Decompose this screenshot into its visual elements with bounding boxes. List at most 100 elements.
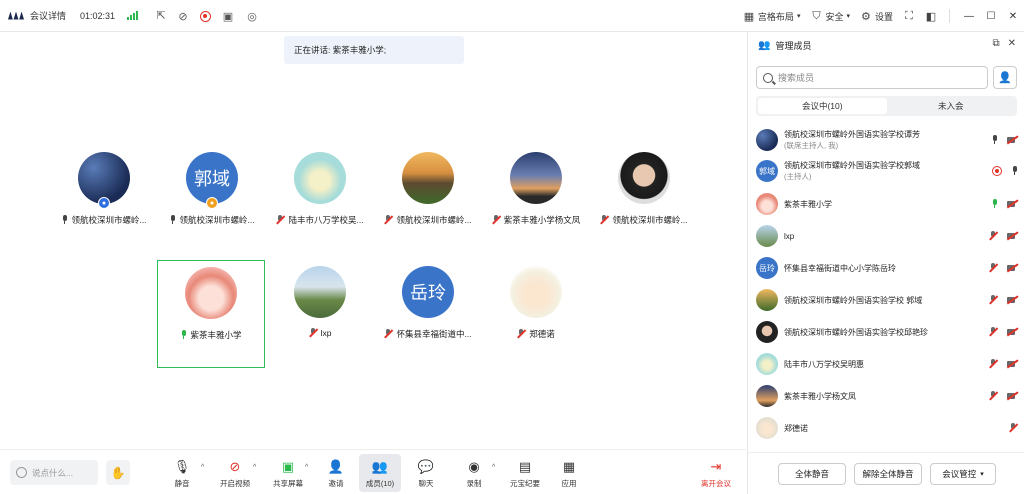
participant-name: 郑德诺 [529,329,555,339]
member-row[interactable]: 郑德诺 [756,414,1018,442]
members-icon: 👥 [758,39,771,51]
member-role: (联席主持人, 我) [784,141,839,150]
camera-off-icon[interactable] [1007,232,1018,240]
quick-chat-input[interactable]: 说点什么... [10,460,98,485]
member-row[interactable]: 领航校深圳市螺岭外国语实验学校谭芳 (联席主持人, 我) [756,126,1018,154]
video-button[interactable]: ⊘ 开启视频 [215,454,255,492]
mic-speaking-icon[interactable] [991,199,998,209]
search-icon [763,72,773,83]
mute-all-button[interactable]: 全体静音 [778,463,846,485]
settings-label: 设置 [874,11,893,22]
mic-muted-icon[interactable] [989,391,998,401]
close-icon[interactable]: ✕ [1002,5,1024,27]
chat-button[interactable]: 💬 聊天 [406,454,446,492]
hide-icon[interactable]: ◎ [245,9,259,23]
avatar: 岳玲 [402,266,454,318]
layout-label: 宫格布局 [757,11,794,22]
mic-muted-icon[interactable] [989,295,998,305]
member-name: 郑德诺 [784,423,808,433]
mic-muted-icon[interactable] [989,359,998,369]
mic-muted-icon [276,215,285,225]
member-row[interactable]: lxp [756,222,1018,250]
camera-off-icon[interactable] [1007,296,1018,304]
mic-icon[interactable] [991,135,998,145]
member-row[interactable]: 领航校深圳市螺岭外国语实验学校邱艳珍 [756,318,1018,346]
member-search-input[interactable]: 搜索成员 [756,66,988,89]
camera-off-icon[interactable] [1007,136,1018,144]
mic-muted-icon[interactable] [989,327,998,337]
mic-muted-icon[interactable] [1009,423,1018,433]
video-tile[interactable]: 紫茶丰雅小学杨文凤 [482,152,590,244]
video-tile[interactable]: 领航校深圳市螺岭... [590,152,698,244]
camera-off-icon[interactable] [1007,360,1018,368]
participant-name: 陆丰市八万学校吴... [288,215,364,225]
member-row[interactable]: 紫茶丰雅小学 [756,190,1018,218]
video-tile[interactable]: 郑德诺 [482,266,590,358]
tab-in-meeting[interactable]: 会议中(10) [758,98,887,114]
mic-icon [169,215,176,225]
video-options-chevron-icon[interactable]: ^ [253,464,256,471]
network-signal-icon[interactable] [127,11,139,20]
share-screen-button[interactable]: ▣ 共享屏幕 [268,454,308,492]
fullscreen-icon[interactable]: ⛶ [903,10,915,22]
member-row[interactable]: 领航校深圳市螺岭外国语实验学校 郭域 [756,286,1018,314]
apps-button[interactable]: ▦ 应用 [549,454,589,492]
meeting-control-button[interactable]: 会议管控 ▾ [930,463,996,485]
minimize-icon[interactable]: — [958,5,980,27]
meeting-details-link[interactable]: 会议详情 [30,9,66,22]
mic-muted-icon[interactable] [989,231,998,241]
camera-off-icon[interactable] [1007,328,1018,336]
transcript-icon[interactable]: ▣ [221,9,235,23]
tab-not-joined[interactable]: 未入会 [887,98,1016,114]
record-options-chevron-icon[interactable]: ^ [492,464,495,471]
video-tile-active-speaker[interactable]: 紫茶丰雅小学 [157,260,265,368]
member-row[interactable]: 紫茶丰雅小学杨文凤 [756,382,1018,410]
add-member-button[interactable]: 👤 [993,66,1017,89]
mic-muted-icon[interactable] [989,263,998,273]
participant-name: 紫茶丰雅小学杨文凤 [503,215,581,225]
share-link-icon[interactable]: ⇱ [154,9,168,23]
share-options-chevron-icon[interactable]: ^ [305,464,308,471]
recording-indicator-icon[interactable] [200,10,211,22]
avatar [756,353,778,375]
settings-button[interactable]: ⚙ 设置 [860,10,893,23]
camera-off-icon[interactable] [1007,264,1018,272]
divider [949,9,950,23]
video-tile[interactable]: 郭域 ● 领航校深圳市螺岭... [158,152,266,244]
member-row[interactable]: 岳玲 怀集县幸福街道中心小学陈岳玲 [756,254,1018,282]
emoji-icon[interactable] [16,467,27,478]
maximize-icon[interactable]: ☐ [980,5,1002,27]
member-row[interactable]: 陆丰市八万学校吴明惠 [756,350,1018,378]
member-row[interactable]: 郭域 领航校深圳市螺岭外国语实验学校郭域 (主持人) [756,157,1018,185]
video-tile[interactable]: ● 领航校深圳市螺岭... [50,152,158,244]
leave-meeting-button[interactable]: ⇥ 离开会议 [694,454,738,492]
avatar [756,417,778,439]
mic-icon[interactable] [1011,166,1018,176]
mute-button[interactable]: 🎙 静音 [162,454,202,492]
video-tile[interactable]: 领航校深圳市螺岭... [374,152,482,244]
video-tile[interactable]: lxp [266,266,374,358]
mute-options-chevron-icon[interactable]: ^ [201,464,204,471]
sidebar-toggle-icon[interactable]: ◧ [925,10,937,23]
minutes-button[interactable]: ▤ 元宝纪要 [504,454,546,492]
raise-hand-icon[interactable]: ✋ [106,460,130,485]
close-panel-icon[interactable]: ✕ [1008,38,1016,49]
layout-menu[interactable]: ▦ 宫格布局 ▾ [743,10,801,23]
invite-button[interactable]: 👤 邀请 [316,454,356,492]
camera-off-icon[interactable] [1007,392,1018,400]
record-button[interactable]: ◉ 录制 [454,454,494,492]
camera-off-icon[interactable] [1007,200,1018,208]
participant-name: 怀集县幸福街道中... [396,329,472,339]
member-name: 领航校深圳市螺岭外国语实验学校 郭域 [784,295,923,305]
shield-icon: ⛉ [812,9,821,22]
popout-icon[interactable]: ⧉ [992,38,999,49]
stop-video-icon[interactable]: ⊘ [176,9,190,23]
video-tile[interactable]: 岳玲 怀集县幸福街道中... [374,266,482,358]
avatar [510,266,562,318]
security-menu[interactable]: ⛉ 安全 ▾ [810,10,850,23]
record-label: 录制 [466,479,482,488]
avatar [294,152,346,204]
video-tile[interactable]: 陆丰市八万学校吴... [266,152,374,244]
unmute-all-button[interactable]: 解除全体静音 [854,463,922,485]
members-button[interactable]: 👥 成员(10) [359,454,401,492]
